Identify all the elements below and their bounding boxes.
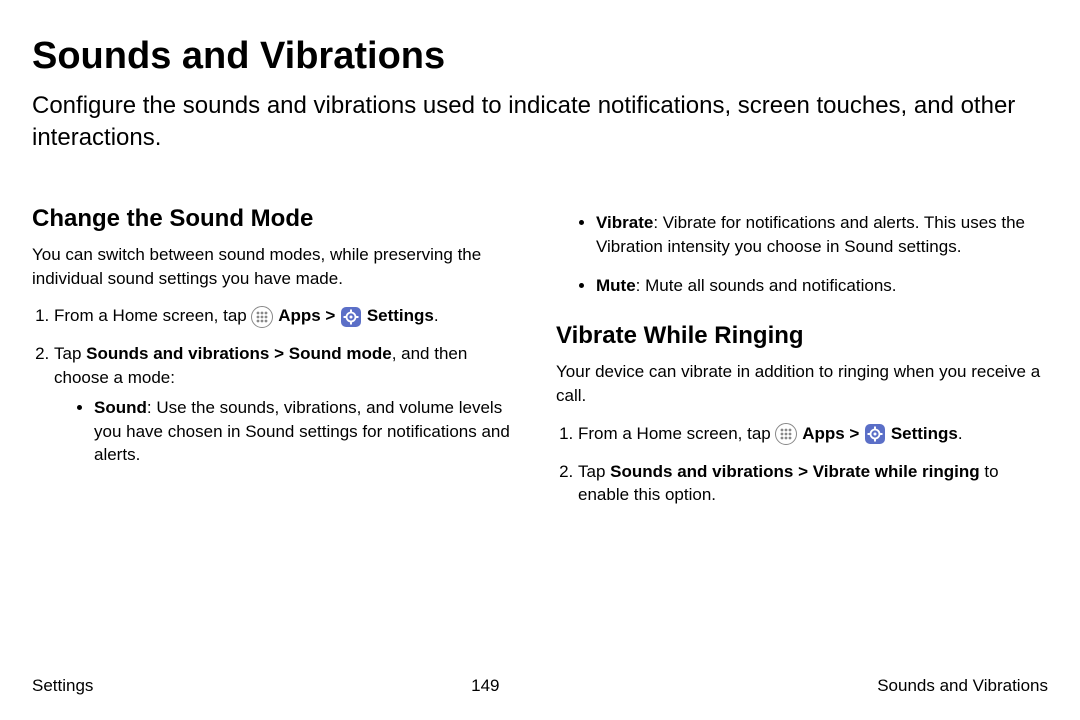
step-text: From a Home screen, tap bbox=[54, 306, 251, 325]
apps-icon bbox=[775, 423, 797, 445]
page-intro: Configure the sounds and vibrations used… bbox=[32, 90, 1048, 155]
page-footer: Settings 149 Sounds and Vibrations bbox=[32, 676, 1048, 696]
section-heading-sound-mode: Change the Sound Mode bbox=[32, 205, 524, 233]
list-item: Vibrate: Vibrate for notifications and a… bbox=[596, 211, 1048, 259]
apps-icon bbox=[251, 306, 273, 328]
list-item: Tap Sounds and vibrations > Vibrate whil… bbox=[578, 460, 1048, 508]
right-column: Vibrate: Vibrate for notifications and a… bbox=[556, 205, 1048, 521]
mode-list: Sound: Use the sounds, vibrations, and v… bbox=[54, 396, 524, 467]
apps-label: Apps bbox=[802, 424, 845, 443]
step-text: Tap bbox=[54, 344, 86, 363]
section2-intro: Your device can vibrate in addition to r… bbox=[556, 360, 1048, 408]
list-item: From a Home screen, tap Apps > Settings. bbox=[54, 304, 524, 328]
list-item: Mute: Mute all sounds and notifications. bbox=[596, 274, 1048, 298]
footer-left: Settings bbox=[32, 676, 93, 696]
separator: > bbox=[845, 424, 864, 443]
settings-label: Settings bbox=[367, 306, 434, 325]
list-item: Sound: Use the sounds, vibrations, and v… bbox=[94, 396, 524, 467]
gear-icon bbox=[864, 423, 886, 445]
step-end: . bbox=[958, 424, 963, 443]
mode-text: : Use the sounds, vibrations, and volume… bbox=[94, 398, 510, 465]
mode-label: Sound bbox=[94, 398, 147, 417]
step-bold: Sounds and vibrations > Sound mode bbox=[86, 344, 392, 363]
section2-steps: From a Home screen, tap Apps > Settings.… bbox=[556, 422, 1048, 507]
mode-text: : Vibrate for notifications and alerts. … bbox=[596, 213, 1025, 256]
footer-page-number: 149 bbox=[471, 676, 499, 696]
step-text: Tap bbox=[578, 462, 610, 481]
step-text: From a Home screen, tap bbox=[578, 424, 775, 443]
section1-intro: You can switch between sound modes, whil… bbox=[32, 243, 524, 291]
mode-label: Mute bbox=[596, 276, 636, 295]
section1-steps: From a Home screen, tap Apps > Settings.… bbox=[32, 304, 524, 467]
settings-label: Settings bbox=[891, 424, 958, 443]
separator: > bbox=[321, 306, 340, 325]
mode-list-continued: Vibrate: Vibrate for notifications and a… bbox=[556, 211, 1048, 298]
list-item: From a Home screen, tap Apps > Settings. bbox=[578, 422, 1048, 446]
gear-icon bbox=[340, 306, 362, 328]
content-columns: Change the Sound Mode You can switch bet… bbox=[32, 205, 1048, 521]
footer-right: Sounds and Vibrations bbox=[877, 676, 1048, 696]
mode-text: : Mute all sounds and notifications. bbox=[636, 276, 897, 295]
section-heading-vibrate-ringing: Vibrate While Ringing bbox=[556, 322, 1048, 350]
left-column: Change the Sound Mode You can switch bet… bbox=[32, 205, 524, 521]
page-title: Sounds and Vibrations bbox=[32, 35, 1048, 78]
apps-label: Apps bbox=[278, 306, 321, 325]
step-bold: Sounds and vibrations > Vibrate while ri… bbox=[610, 462, 980, 481]
list-item: Tap Sounds and vibrations > Sound mode, … bbox=[54, 342, 524, 467]
step-end: . bbox=[434, 306, 439, 325]
mode-label: Vibrate bbox=[596, 213, 653, 232]
